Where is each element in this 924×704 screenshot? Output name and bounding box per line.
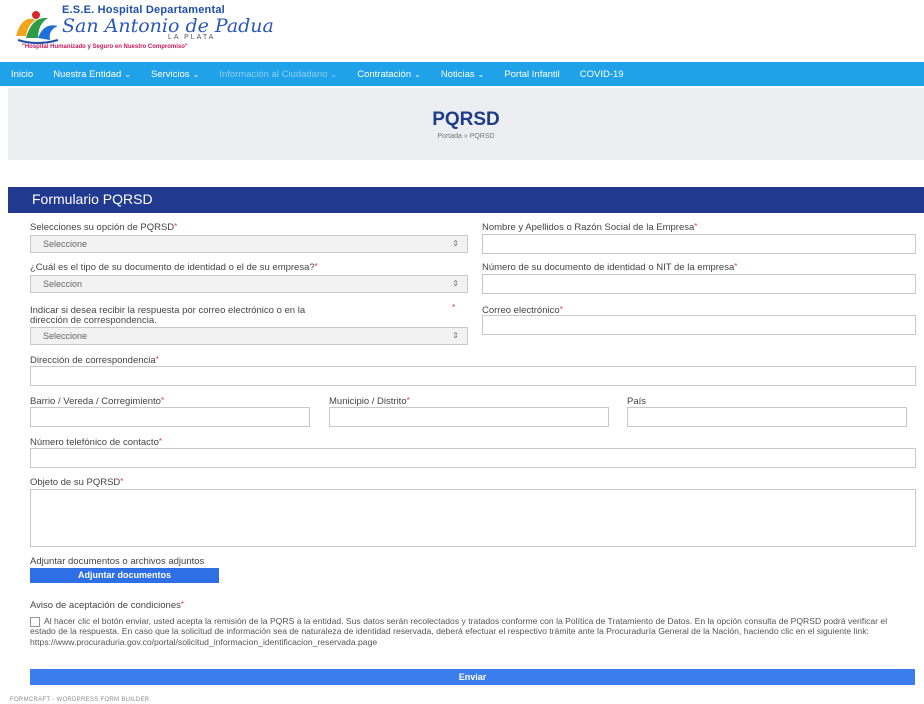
- nav-item-portal-infantil[interactable]: Portal Infantil: [504, 69, 559, 80]
- num-doc-label: Número de su documento de identidad o NI…: [482, 262, 737, 273]
- chevron-down-icon: ⌄: [124, 69, 132, 79]
- nav-label: Portal Infantil: [504, 68, 560, 80]
- required-mark: *: [452, 303, 456, 312]
- correo-input[interactable]: [482, 315, 916, 335]
- municipio-input[interactable]: [329, 407, 609, 427]
- brand-town: LA PLATA: [168, 34, 216, 41]
- required-mark: *: [160, 396, 165, 405]
- brand: E.S.E. Hospital Departamental San Antoni…: [22, 4, 274, 50]
- label-text: Número de su documento de identidad o NI…: [482, 262, 735, 273]
- telefono-label: Número telefónico de contacto*: [30, 437, 162, 448]
- label-text: Selecciones su opción de PQRSD: [30, 222, 175, 233]
- opcion-select[interactable]: Seleccione ⇕: [30, 235, 468, 253]
- chevron-down-icon: ⌄: [477, 69, 485, 79]
- label-text: Número telefónico de contacto: [30, 437, 159, 448]
- select-arrow-icon: ⇕: [452, 331, 459, 340]
- nombre-input[interactable]: [482, 234, 916, 254]
- nav-item-informacion-ciudadano[interactable]: Información al Ciudadano ⌄: [219, 69, 337, 80]
- label-text: Nombre y Apellidos o Razón Social de la …: [482, 222, 695, 233]
- label-text: Municipio / Distrito: [329, 396, 407, 407]
- label-text: ¿Cuál es el tipo de su documento de iden…: [30, 262, 315, 273]
- form-builder-credit: FORMCRAFT - WORDPRESS FORM BUILDER: [10, 697, 150, 703]
- label-text: Barrio / Vereda / Corregimiento: [30, 396, 161, 407]
- nav-item-noticias[interactable]: Noticias ⌄: [441, 69, 485, 80]
- pais-label: País: [627, 396, 647, 407]
- pais-input[interactable]: [627, 407, 907, 427]
- nav-item-nuestra-entidad[interactable]: Nuestra Entidad ⌄: [53, 69, 131, 80]
- required-mark: *: [155, 355, 159, 364]
- terms-label: Aviso de aceptación de condiciones*: [30, 600, 184, 611]
- site-header: E.S.E. Hospital Departamental San Antoni…: [0, 0, 924, 60]
- nav-item-inicio[interactable]: Inicio: [11, 69, 33, 80]
- objeto-textarea[interactable]: [30, 489, 916, 547]
- form-title: Formulario PQRSD: [8, 187, 924, 213]
- nav-label: Información al Ciudadano: [219, 68, 328, 80]
- upload-label: Adjuntar documentos o archivos adjuntos: [30, 556, 205, 567]
- pqrsd-form: Selecciones su opción de PQRSD* Seleccio…: [8, 213, 924, 691]
- respuesta-label-line2: dirección de correspondencia.: [30, 315, 157, 326]
- chevron-down-icon: ⌄: [192, 69, 200, 79]
- direccion-input[interactable]: [30, 366, 916, 386]
- direccion-label: Dirección de correspondencia*: [30, 355, 159, 366]
- main-nav: Inicio Nuestra Entidad ⌄ Servicios ⌄ Infor…: [0, 62, 924, 86]
- respuesta-select[interactable]: Seleccione ⇕: [30, 327, 468, 345]
- label-text: Dirección de correspondencia: [30, 355, 156, 366]
- terms-checkbox[interactable]: [30, 617, 40, 627]
- required-mark: *: [406, 396, 410, 405]
- select-value: Seleccione: [43, 239, 88, 249]
- municipio-label: Municipio / Distrito*: [329, 396, 410, 407]
- page-title: PQRSD: [432, 109, 500, 130]
- nav-item-contratacion[interactable]: Contratación ⌄: [357, 69, 421, 80]
- barrio-label: Barrio / Vereda / Corregimiento*: [30, 396, 164, 407]
- select-value: Seleccione: [43, 331, 88, 341]
- page-banner: PQRSD Portada » PQRSD: [8, 88, 924, 160]
- num-doc-input[interactable]: [482, 274, 916, 294]
- select-value: Seleccion: [43, 279, 83, 289]
- nav-label: Nuestra Entidad: [53, 68, 122, 80]
- telefono-input[interactable]: [30, 448, 916, 468]
- objeto-label: Objeto de su PQRSD*: [30, 477, 123, 488]
- nav-label: COVID-19: [579, 68, 624, 80]
- nav-item-covid[interactable]: COVID-19: [580, 69, 624, 80]
- tipo-doc-label: ¿Cuál es el tipo de su documento de iden…: [30, 262, 318, 273]
- brand-slogan: "Hospital Humanizado y Seguro en Nuestro…: [22, 44, 188, 50]
- select-arrow-icon: ⇕: [452, 279, 459, 288]
- required-mark: *: [120, 477, 124, 486]
- tipo-doc-select[interactable]: Seleccion ⇕: [30, 275, 468, 293]
- select-arrow-icon: ⇕: [452, 239, 459, 248]
- submit-button[interactable]: Enviar: [30, 669, 915, 685]
- nombre-label: Nombre y Apellidos o Razón Social de la …: [482, 222, 697, 233]
- required-mark: *: [559, 305, 563, 314]
- breadcrumb: Portada » PQRSD: [437, 133, 495, 140]
- nav-label: Inicio: [11, 68, 34, 80]
- barrio-input[interactable]: [30, 407, 310, 427]
- chevron-down-icon: ⌄: [414, 69, 421, 79]
- required-mark: *: [314, 262, 318, 271]
- opcion-label: Selecciones su opción de PQRSD*: [30, 222, 177, 233]
- required-mark: *: [158, 437, 162, 446]
- chevron-down-icon: ⌄: [330, 69, 338, 79]
- hospital-logo[interactable]: [12, 6, 62, 46]
- required-mark: *: [694, 222, 698, 231]
- label-text: Objeto de su PQRSD: [30, 477, 121, 488]
- nav-item-servicios[interactable]: Servicios ⌄: [151, 69, 199, 80]
- required-mark: *: [180, 600, 184, 609]
- terms-text: Al hacer clic el botón enviar, usted ace…: [30, 616, 888, 647]
- upload-button[interactable]: Adjuntar documentos: [30, 568, 219, 583]
- required-mark: *: [174, 222, 178, 231]
- nav-label: Contratación: [357, 68, 412, 80]
- required-mark: *: [734, 262, 738, 271]
- label-text: Aviso de aceptación de condiciones: [30, 600, 181, 611]
- nav-label: Noticias: [440, 68, 475, 80]
- nav-label: Servicios: [151, 68, 190, 80]
